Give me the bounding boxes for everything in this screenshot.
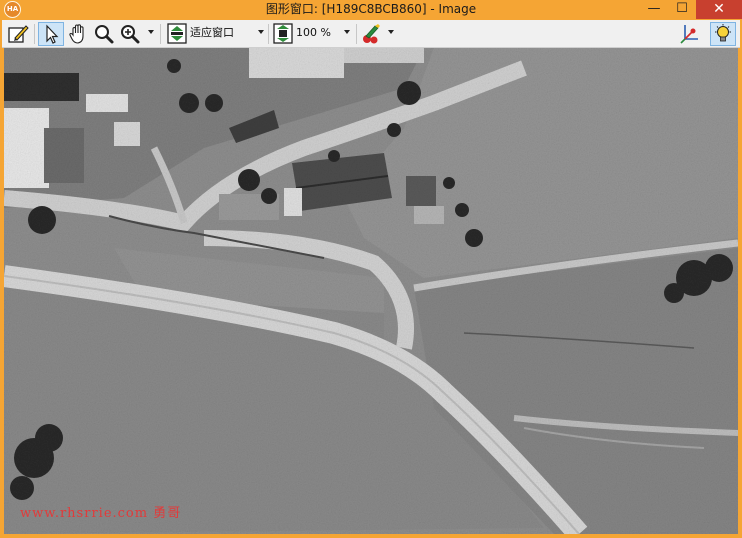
lightbulb-icon	[715, 24, 731, 42]
edit-button[interactable]	[6, 22, 30, 46]
fit-window-icon	[167, 23, 187, 44]
toolbar-separator	[356, 24, 357, 44]
pan-button[interactable]	[66, 22, 90, 46]
magnifier-button[interactable]	[92, 22, 116, 46]
edit-icon	[8, 25, 29, 43]
close-button[interactable]: ✕	[696, 0, 742, 19]
color-dropdown-arrow-icon[interactable]	[388, 30, 394, 34]
toolbar-separator	[34, 24, 35, 44]
toolbar-separator	[160, 24, 161, 44]
toolbar: 适应窗口 100 %	[2, 20, 740, 48]
zoom-percent-dropdown-arrow-icon[interactable]	[344, 30, 350, 34]
zoom-percent-button[interactable]	[272, 22, 294, 46]
hand-icon	[69, 24, 84, 44]
minimize-icon: —	[647, 1, 661, 16]
watermark: www.rhsrrie.com 勇哥	[20, 506, 182, 521]
zoom-percent-icon	[273, 23, 293, 44]
lightbulb-button[interactable]	[710, 22, 736, 46]
color-icon	[363, 24, 380, 44]
image-canvas[interactable]: www.rhsrrie.com 勇哥	[4, 48, 738, 534]
zoom-icon	[121, 25, 140, 44]
fit-window-dropdown-arrow-icon[interactable]	[258, 30, 264, 34]
pointer-icon	[46, 24, 59, 44]
fit-window-label[interactable]: 适应窗口	[190, 26, 234, 39]
close-icon: ✕	[713, 1, 725, 17]
maximize-button[interactable]: ☐	[668, 0, 696, 19]
zoom-percent-label[interactable]: 100 %	[296, 26, 331, 39]
minimize-button[interactable]: —	[640, 0, 668, 19]
axis-button[interactable]	[678, 22, 702, 46]
maximize-icon: ☐	[676, 1, 688, 16]
aerial-photo	[4, 48, 738, 534]
axis-icon	[680, 25, 698, 44]
color-button[interactable]	[360, 22, 384, 46]
title-bar[interactable]: HA 图形窗口: [H189C8BCB860] - Image — ☐ ✕	[0, 0, 742, 19]
window-title: 图形窗口: [H189C8BCB860] - Image	[265, 2, 477, 16]
fit-window-button[interactable]	[166, 22, 188, 46]
graphics-window: HA 图形窗口: [H189C8BCB860] - Image — ☐ ✕ 适应…	[0, 0, 742, 538]
toolbar-separator	[268, 24, 269, 44]
zoom-dropdown-arrow-icon[interactable]	[148, 30, 154, 34]
zoom-button[interactable]	[118, 22, 144, 46]
pointer-button[interactable]	[38, 22, 64, 46]
magnifier-icon	[95, 25, 114, 44]
